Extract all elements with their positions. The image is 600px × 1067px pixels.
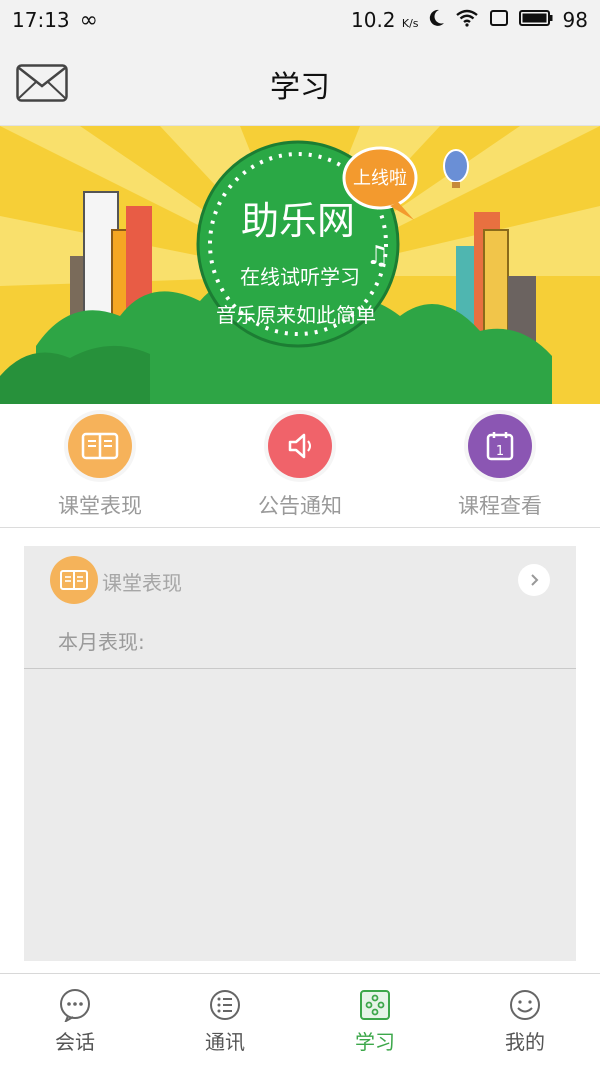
speaker-icon [268, 414, 332, 478]
status-left: 17:13 ∞ [12, 8, 98, 33]
quick-action-classroom[interactable]: 课堂表现 [0, 414, 200, 520]
card-header: 课堂表现 本月表现: [24, 546, 576, 669]
promo-banner[interactable]: 助乐网 在线试听学习 音乐原来如此简单 ♫ 上线啦 [0, 126, 600, 404]
banner-brand: 助乐网 [241, 199, 355, 243]
book-icon [68, 414, 132, 478]
battery-level: 98 [562, 8, 588, 32]
tab-label: 学习 [355, 1030, 395, 1054]
calendar-icon: 1 [468, 414, 532, 478]
tab-label: 通讯 [205, 1030, 245, 1054]
chevron-right-icon[interactable] [518, 564, 550, 596]
quick-action-label: 课堂表现 [58, 494, 142, 518]
card-title: 课堂表现 [102, 571, 182, 595]
tab-study[interactable]: 学习 [300, 988, 450, 1055]
quick-actions: 课堂表现 公告通知 1 课程查看 [0, 404, 600, 528]
tab-label: 会话 [55, 1030, 95, 1054]
quick-action-label: 课程查看 [458, 494, 542, 518]
quick-action-course[interactable]: 1 课程查看 [400, 414, 600, 520]
banner-line2: 音乐原来如此简单 [216, 303, 376, 327]
nav-bar: 学习 [0, 40, 600, 126]
profile-icon [508, 988, 542, 1022]
banner-line1: 在线试听学习 [240, 265, 360, 289]
moon-icon [429, 8, 445, 32]
network-speed-value: 10.2 [351, 8, 396, 32]
svg-text:1: 1 [496, 444, 504, 459]
tab-profile[interactable]: 我的 [450, 988, 600, 1055]
screen-icon [489, 8, 509, 32]
study-icon [358, 988, 392, 1022]
card-subtitle: 本月表现: [58, 630, 145, 654]
banner-badge: 上线啦 [353, 168, 407, 189]
book-icon [50, 556, 98, 604]
bottom-tab-bar: 会话 通讯 学习 我的 [0, 973, 600, 1067]
banner-illustration: 助乐网 在线试听学习 音乐原来如此简单 ♫ 上线啦 [0, 126, 600, 404]
quick-action-notice[interactable]: 公告通知 [200, 414, 400, 520]
contacts-icon [208, 988, 242, 1022]
tab-label: 我的 [505, 1030, 545, 1054]
music-note-icon: ♫ [366, 241, 389, 271]
quick-action-label: 公告通知 [258, 494, 342, 518]
tab-chat[interactable]: 会话 [0, 988, 150, 1055]
content-area: 课堂表现 本月表现: [0, 528, 600, 973]
status-bar: 17:13 ∞ 10.2 K/s 98 [0, 0, 600, 40]
status-time: 17:13 [12, 8, 70, 32]
wifi-icon [455, 8, 479, 32]
infinity-icon: ∞ [79, 7, 98, 33]
tab-contacts[interactable]: 通讯 [150, 988, 300, 1055]
chat-icon [58, 988, 92, 1024]
classroom-performance-card[interactable]: 课堂表现 本月表现: [24, 546, 576, 961]
page-title: 学习 [270, 70, 330, 105]
battery-icon [518, 8, 553, 32]
network-speed-unit: K/s [401, 17, 419, 30]
network-speed: 10.2 K/s [351, 8, 419, 32]
status-right: 10.2 K/s 98 [351, 8, 588, 32]
